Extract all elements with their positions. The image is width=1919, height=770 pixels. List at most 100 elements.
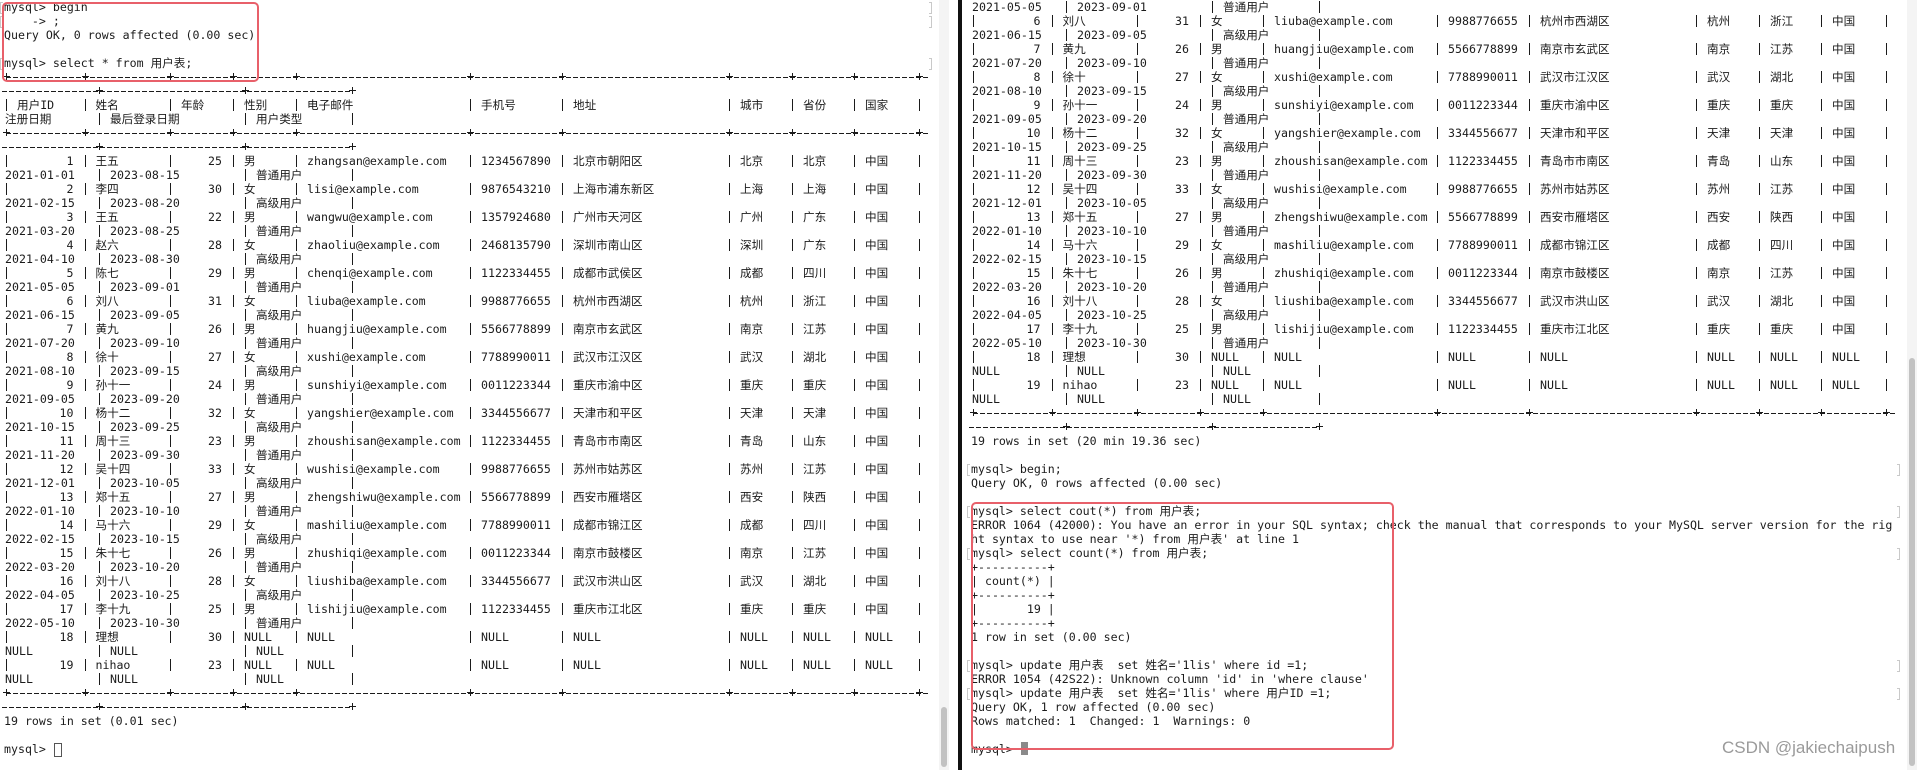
table-cell: 男 [1211, 42, 1223, 56]
column-separator [1529, 379, 1530, 391]
table-cell: 普通用户 [1223, 0, 1270, 14]
border-corner [916, 129, 923, 136]
table-cell: NULL [244, 630, 272, 644]
pane-divider[interactable] [958, 0, 962, 770]
column-separator [245, 169, 246, 181]
column-separator [296, 407, 297, 419]
column-separator [1319, 253, 1320, 265]
prompt-mark-icon [967, 464, 970, 476]
column-separator [1437, 15, 1438, 27]
terminal-pane-left[interactable]: mysql> begin -> ; Query OK, 0 rows affect… [0, 0, 950, 770]
table-row-continued: 2021-08-10 2023-09-15 高级用户 [967, 84, 1907, 98]
column-separator [470, 463, 471, 475]
table-cell: 2023-10-15 [1077, 252, 1147, 266]
column-separator [973, 267, 974, 279]
border-corner [1063, 423, 1070, 430]
table-cell: 28 [1175, 294, 1189, 308]
column-header: 电子邮件 [307, 98, 354, 112]
column-separator [1137, 15, 1138, 27]
column-separator [170, 239, 171, 251]
column-separator [470, 211, 471, 223]
column-separator [792, 267, 793, 279]
prompt-mark-icon [1897, 548, 1900, 560]
column-separator [233, 603, 234, 615]
table-cell: 西安 [1707, 210, 1731, 224]
table-cell: 2023-09-30 [110, 448, 180, 462]
column-header: 注册日期 [5, 112, 52, 126]
column-separator [973, 239, 974, 251]
column-separator [973, 99, 974, 111]
table-cell: 山东 [803, 434, 827, 448]
table-cell: 吴十四 [1062, 182, 1098, 196]
column-separator [1529, 15, 1530, 27]
table-cell: 2022-01-10 [972, 224, 1042, 238]
column-separator [792, 603, 793, 615]
column-separator [245, 253, 246, 265]
column-separator [1137, 211, 1138, 223]
table-cell: 14 [1026, 238, 1041, 252]
column-separator [6, 435, 7, 447]
table-cell: 天津市和平区 [573, 406, 643, 420]
column-separator [170, 295, 171, 307]
table-row-continued: 2021-12-01 2023-10-05 高级用户 [967, 196, 1907, 210]
column-separator [1200, 323, 1201, 335]
terminal-pane-right[interactable]: 2021-05-05 2023-09-01 普通用户 6 刘八 31 女 liuba@exam… [967, 0, 1907, 770]
table-row: 16 刘十八 28 女 liushiba@example.com 3344556677 武汉… [967, 294, 1907, 308]
column-separator [1137, 351, 1138, 363]
column-separator [1212, 29, 1213, 41]
table-cell: 重庆 [740, 602, 764, 616]
column-separator [1212, 85, 1213, 97]
count-table-line: | 19 | [967, 602, 1907, 616]
table-cell: 12 [59, 462, 74, 476]
table-cell: 青岛 [1707, 154, 1731, 168]
table-cell: 孙十一 [1062, 98, 1098, 112]
table-cell: 2023-09-25 [1077, 140, 1147, 154]
table-cell: 2023-08-25 [110, 224, 180, 238]
table-cell: 男 [1211, 154, 1223, 168]
table-cell: 25 [208, 602, 222, 616]
column-separator [1137, 71, 1138, 83]
column-separator [233, 491, 234, 503]
table-cell: 重庆市渝中区 [573, 378, 643, 392]
border-corner [1756, 409, 1763, 416]
column-separator [1200, 183, 1201, 195]
table-row: 15 朱十七 26 男 zhushiqi@example.com 0011223344 南京… [967, 266, 1907, 280]
left-scrollbar-thumb[interactable] [941, 707, 947, 767]
border-corner [230, 129, 237, 136]
left-scrollbar[interactable] [939, 0, 949, 770]
column-separator [973, 183, 974, 195]
table-cell: 重庆 [1770, 98, 1794, 112]
column-separator [562, 631, 563, 643]
column-separator [854, 407, 855, 419]
right-scrollbar[interactable] [1907, 0, 1917, 770]
error-line: ERROR 1064 (42000): You have an error in… [967, 518, 1907, 532]
table-cell: 中国 [1832, 238, 1856, 252]
table-cell: 9988776655 [481, 462, 551, 476]
table-cell: zhushiqi@example.com [1274, 266, 1414, 280]
table-cell: 黄九 [1062, 42, 1086, 56]
table-cell: 郑十五 [1062, 210, 1098, 224]
column-separator [1066, 337, 1067, 349]
table-cell: zhoushisan@example.com [307, 434, 461, 448]
table-cell: 19 [1026, 378, 1041, 392]
table-cell: 0011223344 [1448, 266, 1518, 280]
table-cell: 普通用户 [256, 504, 303, 518]
table-cell: 9 [1033, 98, 1041, 112]
table-cell: 重庆 [1707, 322, 1731, 336]
table-cell: 成都市武侯区 [573, 266, 643, 280]
column-separator [1212, 393, 1213, 405]
table-row: 19 nihao 23 NULL NULL NULL NULL NULL NULL NULL [0, 658, 950, 672]
column-separator [562, 211, 563, 223]
column-separator [1529, 239, 1530, 251]
table-cell: 男 [1211, 322, 1223, 336]
table-cell: 3344556677 [481, 406, 551, 420]
column-separator [470, 659, 471, 671]
right-scrollbar-thumb[interactable] [1909, 358, 1915, 766]
border-dash [2, 707, 352, 708]
table-cell: 2021-04-10 [5, 252, 75, 266]
column-separator [1437, 267, 1438, 279]
column-separator [919, 155, 920, 167]
table-cell: 5566778899 [1448, 210, 1518, 224]
table-cell: 2023-10-30 [110, 616, 180, 630]
table-cell: 孙十一 [95, 378, 131, 392]
